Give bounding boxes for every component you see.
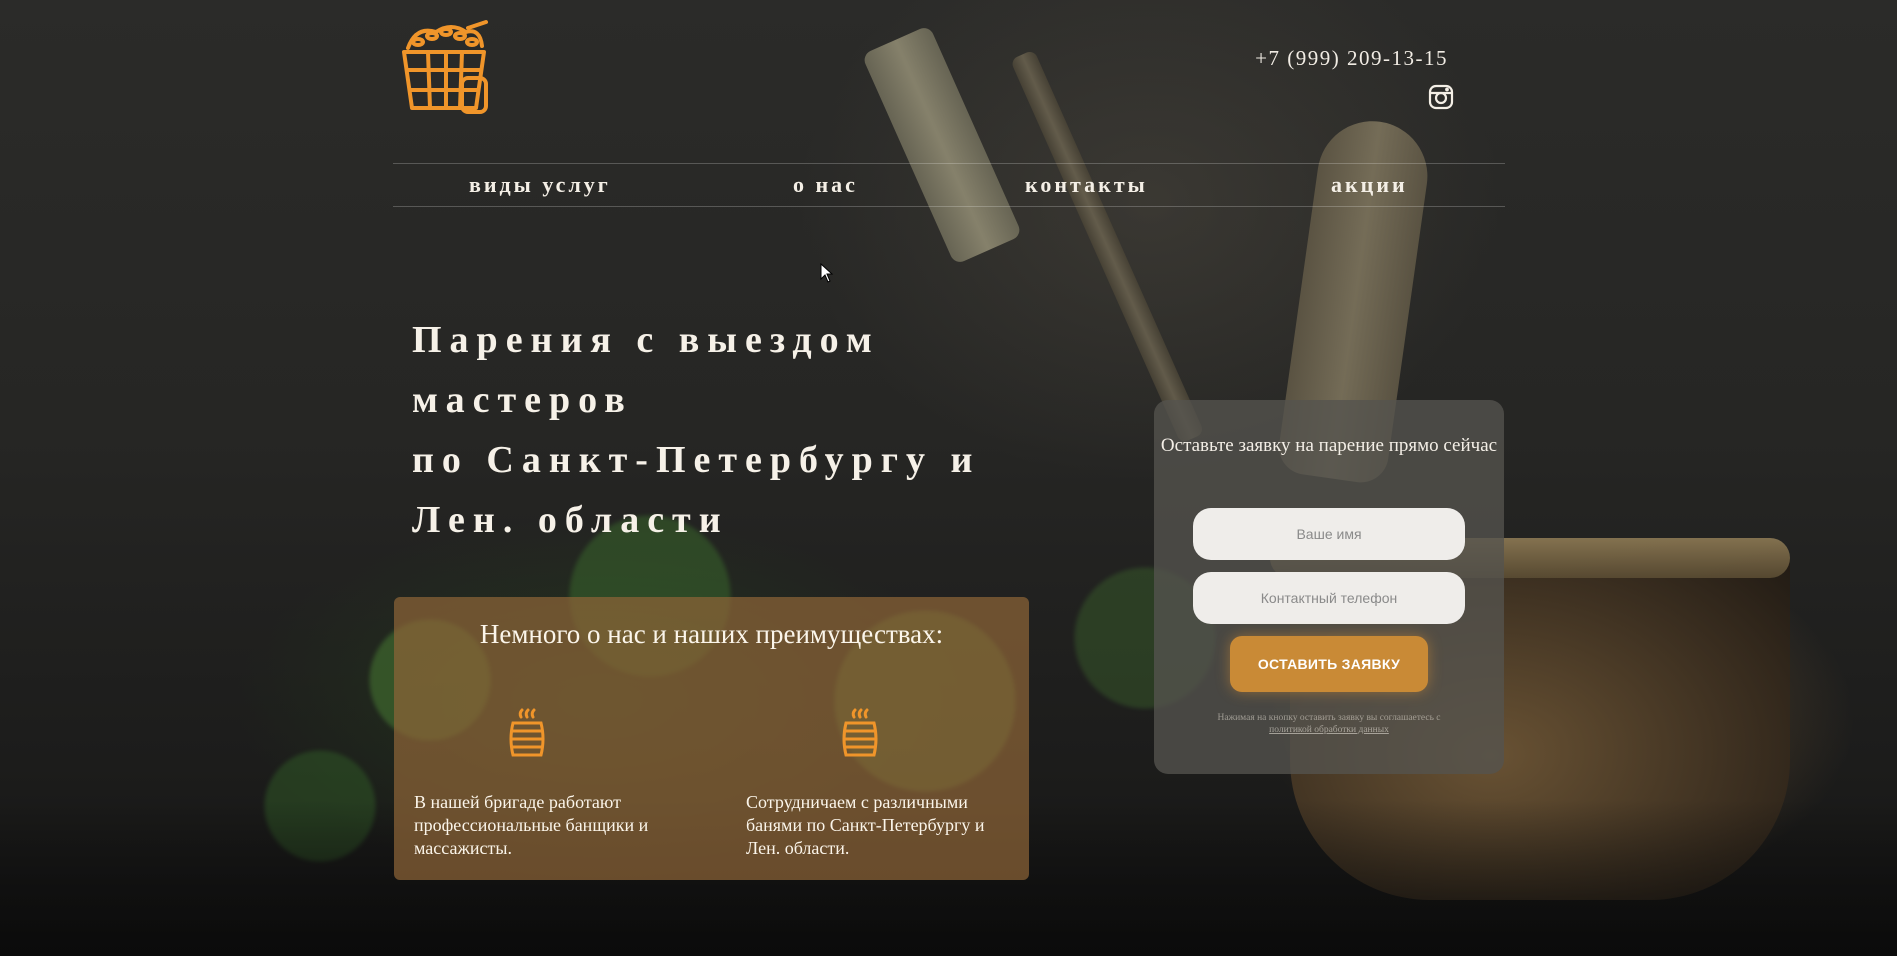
nav-item-about[interactable]: о нас [793, 172, 858, 198]
about-title: Немного о нас и наших преимуществах: [479, 619, 944, 649]
ladle-stick-background [1010, 49, 1205, 444]
feature-text-team: В нашей бригаде работают профессиональны… [414, 792, 649, 858]
ladle-handle-background [861, 24, 1023, 266]
phone-number[interactable]: +7 (999) 209-13-15 [1180, 46, 1448, 71]
hero-title-line: Парения с выездом [412, 319, 880, 361]
mouse-cursor-icon [820, 263, 834, 283]
request-form: Оставьте заявку на парение прямо сейчас … [1154, 400, 1504, 774]
logo[interactable] [396, 18, 492, 118]
instagram-icon [1428, 84, 1454, 110]
feature-text-baths: Сотрудничаем с различными банями по Санк… [746, 792, 985, 858]
nav-item-contacts[interactable]: контакты [1025, 172, 1148, 198]
hero-title: Парения с выездом мастеров по Санкт-Пете… [412, 310, 1032, 550]
nav-item-services[interactable]: виды услуг [469, 172, 611, 198]
feature-icon-baths [840, 707, 880, 759]
privacy-policy-link[interactable]: политикой обработки данных [1269, 725, 1389, 735]
barrel-icon [509, 708, 545, 757]
name-input[interactable] [1193, 508, 1465, 560]
about-panel: Немного о нас и наших преимуществах: В н… [394, 597, 1029, 880]
feature-icon-team [507, 707, 547, 759]
instagram-link[interactable] [1428, 84, 1454, 110]
hero-title-line: мастеров [412, 379, 633, 421]
submit-request-button[interactable]: ОСТАВИТЬ ЗАЯВКУ [1230, 636, 1428, 692]
phone-input[interactable] [1193, 572, 1465, 624]
bucket-with-bath-broom-icon [402, 20, 488, 114]
form-title: Оставьте заявку на парение прямо сейчас [1160, 435, 1498, 456]
privacy-disclaimer: Нажимая на кнопку оставить заявку вы сог… [1184, 712, 1474, 736]
disclaimer-text: Нажимая на кнопку оставить заявку вы сог… [1217, 713, 1441, 723]
nav-item-promotions[interactable]: акции [1331, 172, 1408, 198]
hero-title-line: Лен. области [412, 499, 729, 541]
barrel-icon [842, 708, 878, 757]
hero-title-line: по Санкт-Петербургу и [412, 439, 981, 481]
main-nav: виды услуг о нас контакты акции [393, 163, 1505, 207]
